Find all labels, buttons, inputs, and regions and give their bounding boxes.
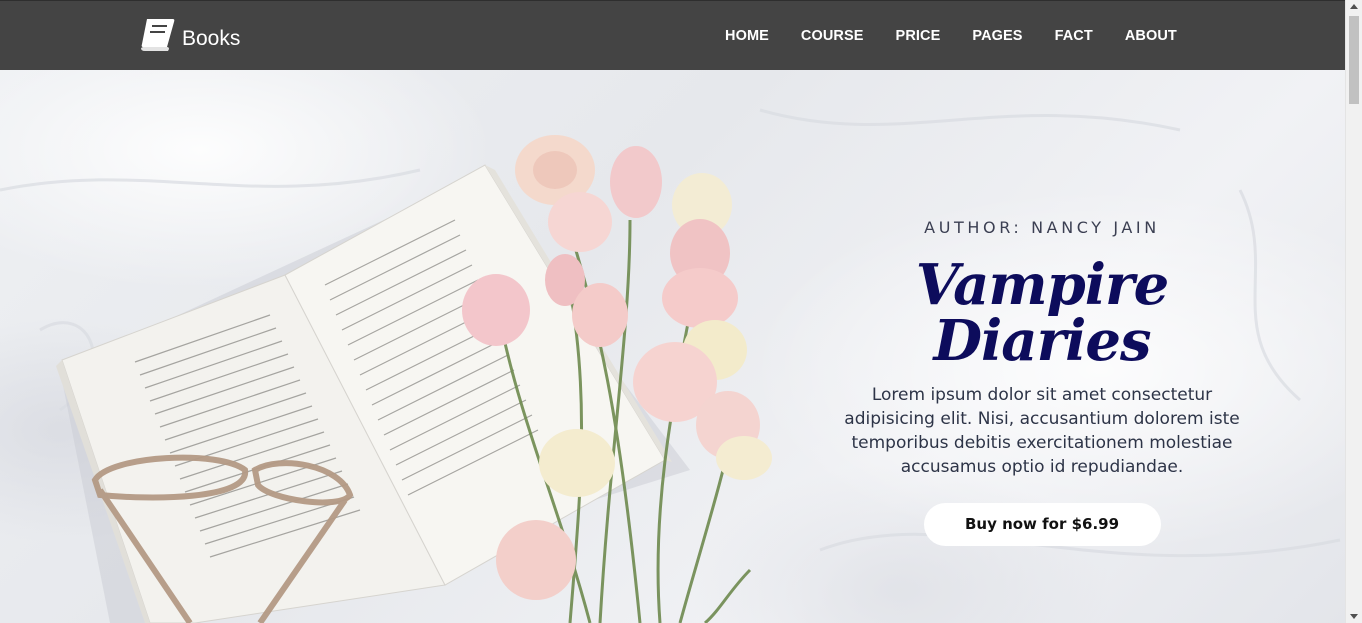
- author-label: AUTHOR: NANCY JAIN: [924, 218, 1160, 237]
- buy-now-button[interactable]: Buy now for $6.99: [923, 503, 1161, 546]
- main-nav: HOME COURSE PRICE PAGES FACT ABOUT: [725, 28, 1209, 44]
- nav-about[interactable]: ABOUT: [1125, 28, 1177, 44]
- hero-content: AUTHOR: NANCY JAIN Vampire Diaries Lorem…: [832, 218, 1252, 546]
- nav-pages[interactable]: PAGES: [972, 28, 1022, 44]
- nav-price[interactable]: PRICE: [896, 28, 941, 44]
- vertical-scrollbar[interactable]: [1345, 0, 1362, 623]
- brand-name: Books: [182, 27, 241, 50]
- brand-logo[interactable]: Books: [139, 17, 240, 53]
- page: AUTHOR: NANCY JAIN Vampire Diaries Lorem…: [0, 0, 1345, 623]
- nav-home[interactable]: HOME: [725, 28, 769, 44]
- nav-fact[interactable]: FACT: [1055, 28, 1093, 44]
- book-icon: [141, 19, 175, 51]
- hero-section: AUTHOR: NANCY JAIN Vampire Diaries Lorem…: [0, 70, 1345, 623]
- scroll-thumb[interactable]: [1349, 16, 1359, 104]
- nav-course[interactable]: COURSE: [801, 28, 864, 44]
- navbar: Books HOME COURSE PRICE PAGES FACT ABOUT: [0, 0, 1345, 70]
- scroll-up-arrow-icon[interactable]: [1350, 4, 1358, 9]
- book-description: Lorem ipsum dolor sit amet consectetur a…: [844, 385, 1240, 477]
- book-title: Vampire Diaries: [915, 252, 1169, 374]
- scroll-down-arrow-icon[interactable]: [1350, 614, 1358, 619]
